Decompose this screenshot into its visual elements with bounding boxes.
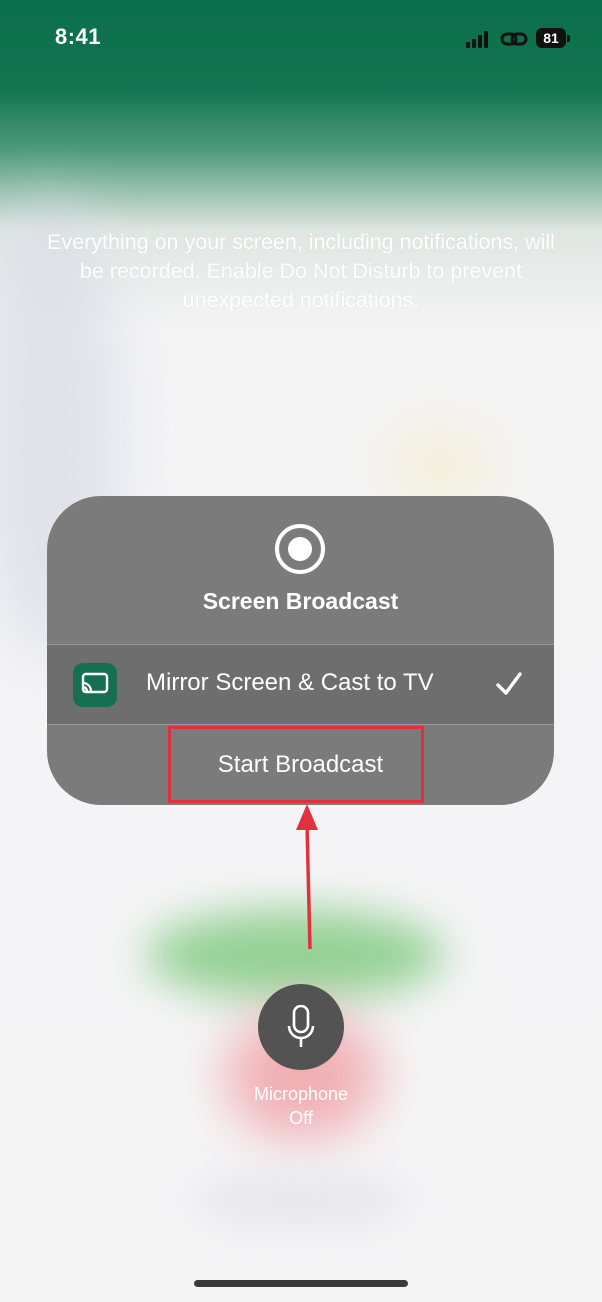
extension-label: Mirror Screen & Cast to TV [146,669,434,696]
annotation-arrow [290,804,330,950]
home-indicator[interactable] [194,1280,408,1287]
broadcast-extension-row[interactable]: Mirror Screen & Cast to TV [47,645,554,724]
battery-indicator: 81 [536,28,570,48]
cellular-signal-icon [466,30,490,48]
link-icon [500,28,528,50]
highlight-box [168,726,424,803]
status-time: 8:41 [55,24,102,49]
microphone-label: Microphone Off [201,1082,401,1130]
microphone-label-title: Microphone [253,1084,349,1104]
cast-to-tv-app-icon [73,663,117,707]
recording-notice: Everything on your screen, including not… [47,230,555,312]
microphone-toggle-button[interactable] [258,984,344,1070]
checkmark-icon [495,670,523,703]
screen-record-icon [274,523,326,575]
sheet-title: Screen Broadcast [202,588,399,614]
background-blur-shape [190,1170,410,1230]
status-bar: 8:41 81 [0,0,602,80]
microphone-label-state: Off [289,1108,313,1128]
